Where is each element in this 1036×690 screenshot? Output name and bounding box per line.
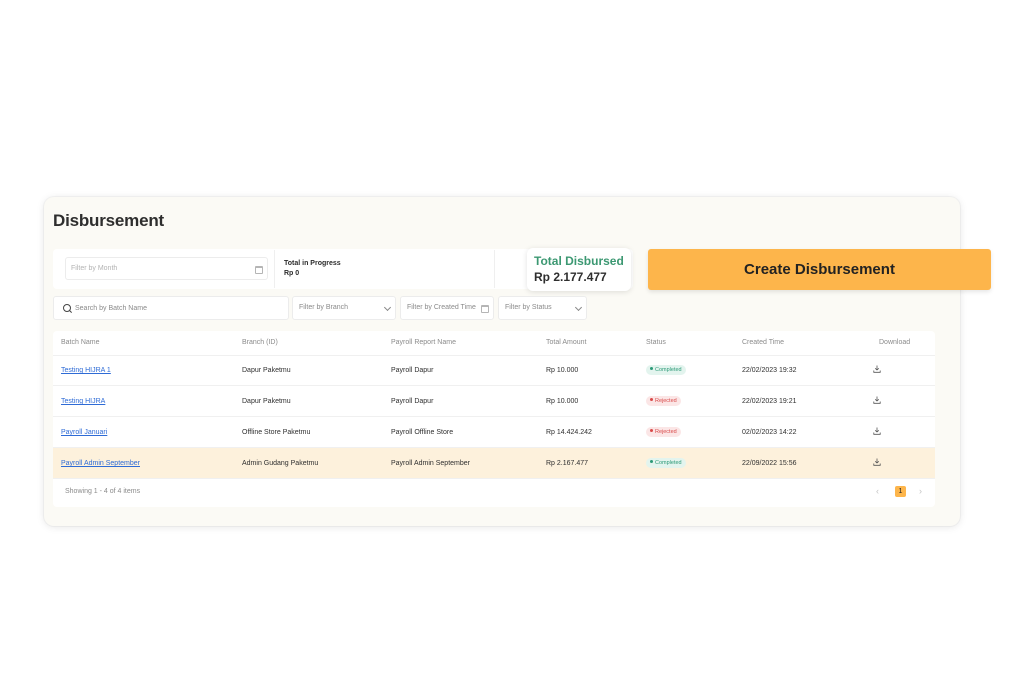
filter-month-input[interactable]: Filter by Month — [65, 257, 268, 280]
total-disbursed: Total Disbursed Rp 2.177.477 — [527, 248, 631, 291]
disbursement-table: Batch Name Branch (ID) Payroll Report Na… — [53, 331, 935, 507]
status-text: Rejected — [655, 398, 677, 404]
status-badge: Completed — [646, 458, 686, 468]
amount-cell: Rp 14.424.242 — [546, 429, 592, 436]
table-row[interactable]: Payroll Admin September Admin Gudang Pak… — [53, 448, 935, 479]
column-batch-name: Batch Name — [61, 339, 100, 346]
page-title: Disbursement — [53, 211, 164, 230]
calendar-icon[interactable] — [255, 266, 263, 274]
in-progress-label: Total in Progress — [284, 260, 341, 267]
table-row[interactable]: Testing HIJRA Dapur Paketmu Payroll Dapu… — [53, 386, 935, 417]
batch-name-link[interactable]: Testing HIJRA — [61, 398, 105, 405]
created-time-cell: 22/02/2023 19:32 — [742, 367, 797, 374]
status-text: Rejected — [655, 429, 677, 435]
report-cell: Payroll Dapur — [391, 398, 434, 405]
pagination-summary: Showing 1 - 4 of 4 items — [65, 488, 141, 495]
created-time-cell: 22/09/2022 15:56 — [742, 460, 797, 467]
amount-cell: Rp 10.000 — [546, 398, 579, 405]
branch-cell: Dapur Paketmu — [242, 398, 291, 405]
table-row[interactable]: Payroll Januari Offline Store Paketmu Pa… — [53, 417, 935, 448]
search-placeholder: Search by Batch Name — [75, 305, 147, 312]
status-text: Completed — [655, 460, 682, 466]
created-time-select[interactable]: Filter by Created Time — [400, 296, 494, 320]
amount-cell: Rp 10.000 — [546, 367, 579, 374]
total-in-progress: Total in Progress Rp 0 — [274, 250, 495, 288]
created-time-cell: 22/02/2023 19:21 — [742, 398, 797, 405]
column-created-time: Created Time — [742, 339, 785, 346]
branch-cell: Offline Store Paketmu — [242, 429, 311, 436]
search-input[interactable]: Search by Batch Name — [53, 296, 289, 320]
prev-page-button[interactable]: ‹ — [876, 486, 879, 496]
create-disbursement-button[interactable]: Create Disbursement — [648, 249, 991, 290]
report-cell: Payroll Admin September — [391, 460, 470, 467]
branch-cell: Dapur Paketmu — [242, 367, 291, 374]
report-cell: Payroll Offline Store — [391, 429, 454, 436]
status-text: Completed — [655, 367, 682, 373]
in-progress-value: Rp 0 — [284, 270, 300, 277]
created-time-cell: 02/02/2023 14:22 — [742, 429, 797, 436]
column-status: Status — [646, 339, 666, 346]
batch-name-link[interactable]: Testing HIJRA 1 — [61, 367, 111, 374]
disbursed-label: Total Disbursed — [534, 254, 624, 268]
download-icon[interactable] — [873, 365, 881, 373]
table-row[interactable]: Testing HIJRA 1 Dapur Paketmu Payroll Da… — [53, 355, 935, 386]
amount-cell: Rp 2.167.477 — [546, 460, 589, 467]
branch-cell: Admin Gudang Paketmu — [242, 460, 319, 467]
chevron-down-icon — [383, 303, 392, 312]
next-page-button[interactable]: › — [919, 486, 922, 496]
status-dot — [650, 398, 653, 402]
created-time-placeholder: Filter by Created Time — [407, 304, 476, 311]
chevron-down-icon — [574, 303, 583, 312]
calendar-icon[interactable] — [481, 305, 489, 313]
column-download: Download — [879, 339, 911, 346]
status-dot — [650, 429, 653, 433]
status-badge: Rejected — [646, 396, 681, 406]
page-1-button[interactable]: 1 — [895, 486, 906, 497]
search-icon — [63, 304, 71, 312]
status-dot — [650, 460, 653, 464]
download-icon[interactable] — [873, 427, 881, 435]
table-header: Batch Name Branch (ID) Payroll Report Na… — [53, 331, 935, 356]
column-branch: Branch (ID) — [242, 339, 278, 346]
download-icon[interactable] — [873, 458, 881, 466]
column-total-amount: Total Amount — [546, 339, 587, 346]
download-icon[interactable] — [873, 396, 881, 404]
batch-name-link[interactable]: Payroll Admin September — [61, 460, 140, 467]
batch-name-link[interactable]: Payroll Januari — [61, 429, 107, 436]
column-report-name: Payroll Report Name — [391, 339, 456, 346]
disbursed-value: Rp 2.177.477 — [534, 270, 607, 284]
report-cell: Payroll Dapur — [391, 367, 434, 374]
status-badge: Rejected — [646, 427, 681, 437]
filter-month-placeholder: Filter by Month — [71, 265, 118, 272]
status-select[interactable]: Filter by Status — [498, 296, 587, 320]
branch-placeholder: Filter by Branch — [299, 304, 349, 311]
status-badge: Completed — [646, 365, 686, 375]
status-dot — [650, 367, 653, 371]
branch-select[interactable]: Filter by Branch — [292, 296, 396, 320]
status-placeholder: Filter by Status — [505, 304, 552, 311]
